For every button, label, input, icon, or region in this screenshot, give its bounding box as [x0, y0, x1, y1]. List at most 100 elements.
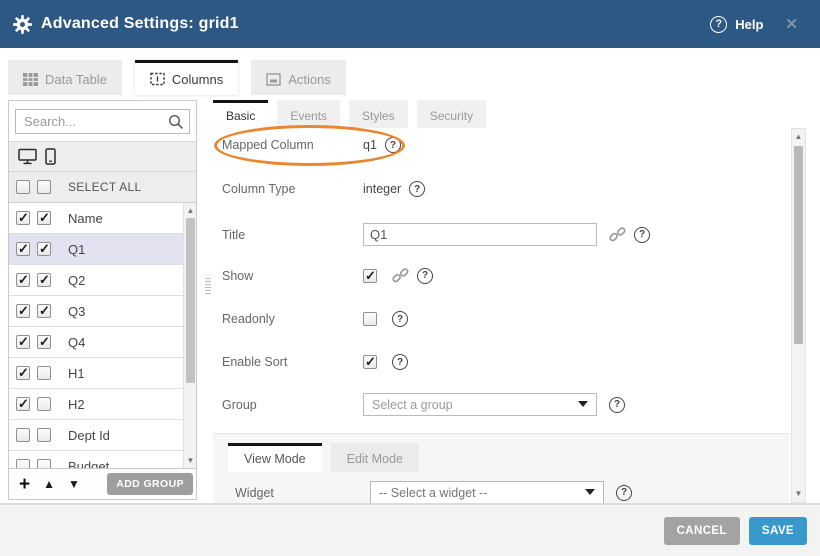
tab-view-mode[interactable]: View Mode [228, 443, 322, 472]
help-label[interactable]: Help [735, 17, 763, 32]
panel-splitter[interactable] [205, 278, 211, 296]
desktop-checkbox[interactable] [16, 211, 30, 225]
mobile-checkbox[interactable] [37, 242, 51, 256]
desktop-checkbox[interactable] [16, 304, 30, 318]
help-icon[interactable] [417, 268, 433, 284]
tab-columns[interactable]: Columns [135, 60, 238, 95]
column-settings-panel: Basic Events Styles Security Mapped Colu… [213, 100, 789, 503]
column-row[interactable]: H1 [9, 358, 196, 389]
help-icon[interactable] [409, 181, 425, 197]
mobile-checkbox[interactable] [37, 335, 51, 349]
column-row[interactable]: Dept Id [9, 420, 196, 451]
desktop-checkbox[interactable] [16, 273, 30, 287]
tab-events[interactable]: Events [277, 100, 340, 128]
tab-styles[interactable]: Styles [349, 100, 408, 128]
column-row[interactable]: Q4 [9, 327, 196, 358]
help-icon[interactable] [392, 354, 408, 370]
mobile-icon[interactable] [45, 148, 56, 165]
list-scrollbar[interactable]: ▲ ▼ [183, 203, 196, 468]
scrollbar-thumb[interactable] [186, 218, 195, 383]
column-row[interactable]: Budget [9, 451, 196, 468]
help-icon[interactable] [392, 311, 408, 327]
help-icon[interactable] [385, 137, 401, 153]
main-tabbar: Data Table Columns Actions [8, 60, 346, 95]
tab-label: Actions [288, 72, 331, 87]
move-down-icon[interactable]: ▼ [68, 477, 80, 491]
tab-basic[interactable]: Basic [213, 100, 268, 128]
desktop-checkbox[interactable] [16, 335, 30, 349]
help-icon[interactable] [616, 485, 632, 501]
scroll-down-icon[interactable]: ▼ [184, 454, 197, 467]
search-wrap [9, 101, 196, 141]
help-icon[interactable] [634, 227, 650, 243]
show-row: Show [222, 267, 789, 284]
panel-scrollbar[interactable]: ▲ ▼ [791, 128, 806, 503]
scrollbar-thumb[interactable] [794, 146, 803, 344]
select-all-mobile-checkbox[interactable] [37, 180, 51, 194]
gear-icon [13, 15, 32, 34]
mobile-checkbox[interactable] [37, 397, 51, 411]
column-label: Q3 [68, 304, 85, 319]
search-input[interactable] [15, 109, 190, 134]
column-row[interactable]: H2 [9, 389, 196, 420]
mobile-checkbox[interactable] [37, 459, 51, 468]
desktop-checkbox[interactable] [16, 397, 30, 411]
add-column-icon[interactable]: + [19, 475, 30, 494]
scroll-up-icon[interactable]: ▲ [792, 130, 805, 144]
widget-select[interactable]: -- Select a widget -- [370, 481, 604, 503]
save-button[interactable]: SAVE [749, 517, 807, 545]
chevron-down-icon [578, 401, 588, 407]
mobile-checkbox[interactable] [37, 428, 51, 442]
select-all-label: SELECT ALL [68, 180, 142, 194]
close-icon[interactable]: ✕ [785, 15, 798, 33]
help-icon[interactable] [710, 16, 727, 33]
cancel-button[interactable]: CANCEL [664, 517, 740, 545]
tab-actions[interactable]: Actions [251, 60, 346, 95]
desktop-checkbox[interactable] [16, 242, 30, 256]
group-select[interactable]: Select a group [363, 393, 597, 416]
column-row[interactable]: Name [9, 203, 196, 234]
mapped-column-row: Mapped Column q1 [222, 137, 789, 153]
field-label: Readonly [222, 312, 363, 326]
title-input[interactable] [363, 223, 597, 246]
desktop-checkbox[interactable] [16, 459, 30, 468]
desktop-checkbox[interactable] [16, 366, 30, 380]
select-all-row[interactable]: SELECT ALL [9, 172, 196, 203]
table-icon [23, 73, 38, 86]
column-row[interactable]: Q1 [9, 234, 196, 265]
column-label: H1 [68, 366, 85, 381]
column-row[interactable]: Q3 [9, 296, 196, 327]
column-label: Q2 [68, 273, 85, 288]
column-label: Dept Id [68, 428, 110, 443]
select-all-desktop-checkbox[interactable] [16, 180, 30, 194]
desktop-checkbox[interactable] [16, 428, 30, 442]
link-icon[interactable] [392, 267, 409, 284]
column-row[interactable]: Q2 [9, 265, 196, 296]
mobile-checkbox[interactable] [37, 304, 51, 318]
mobile-checkbox[interactable] [37, 366, 51, 380]
move-up-icon[interactable]: ▲ [43, 477, 55, 491]
tab-edit-mode[interactable]: Edit Mode [331, 443, 419, 472]
field-label: Show [222, 269, 363, 283]
scroll-down-icon[interactable]: ▼ [792, 487, 805, 501]
field-label: Column Type [222, 182, 363, 196]
mapped-column-value: q1 [363, 138, 377, 152]
advanced-settings-dialog: Advanced Settings: grid1 Help ✕ Data Tab… [0, 0, 820, 556]
mobile-checkbox[interactable] [37, 211, 51, 225]
enable-sort-checkbox[interactable] [363, 355, 377, 369]
readonly-checkbox[interactable] [363, 312, 377, 326]
mobile-checkbox[interactable] [37, 273, 51, 287]
column-type-row: Column Type integer [222, 181, 789, 197]
dialog-title: Advanced Settings: grid1 [41, 15, 239, 33]
field-label: Group [222, 398, 363, 412]
link-icon[interactable] [609, 226, 626, 243]
actions-icon [266, 73, 281, 86]
desktop-icon[interactable] [18, 148, 37, 165]
help-icon[interactable] [609, 397, 625, 413]
column-label: H2 [68, 397, 85, 412]
scroll-up-icon[interactable]: ▲ [184, 204, 197, 217]
show-checkbox[interactable] [363, 269, 377, 283]
add-group-button[interactable]: ADD GROUP [107, 473, 193, 495]
tab-security[interactable]: Security [417, 100, 486, 128]
tab-data-table[interactable]: Data Table [8, 60, 122, 95]
